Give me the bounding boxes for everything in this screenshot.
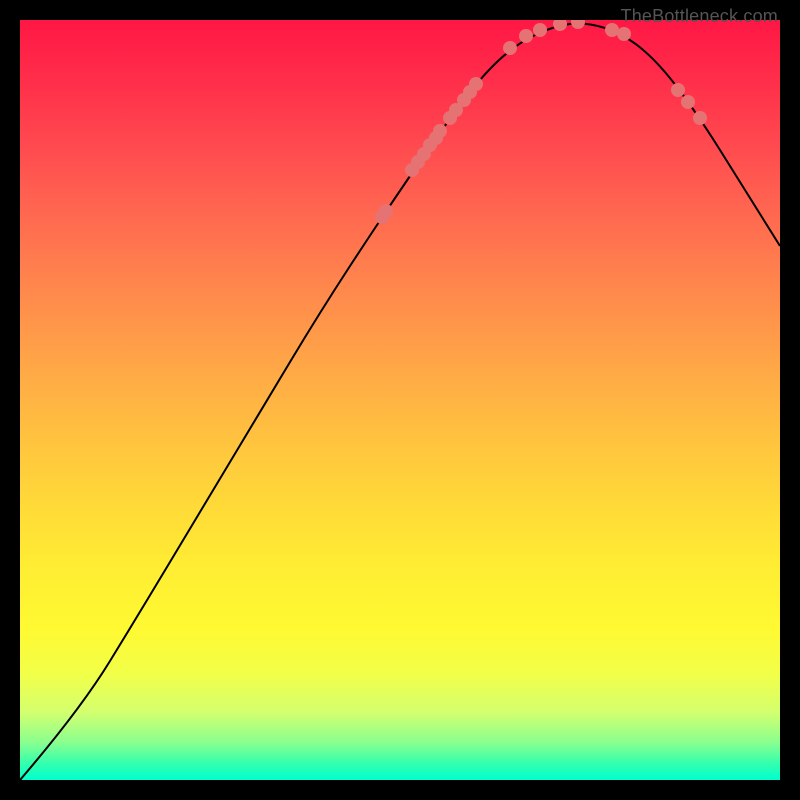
data-marker [503, 41, 517, 55]
bottleneck-curve [20, 24, 780, 781]
data-marker [533, 23, 547, 37]
data-marker [571, 20, 585, 29]
watermark-text: TheBottleneck.com [621, 6, 778, 27]
data-marker [379, 204, 393, 218]
data-marker [671, 83, 685, 97]
data-marker [693, 111, 707, 125]
data-markers [375, 20, 707, 224]
curve-layer [20, 20, 780, 780]
data-marker [553, 20, 567, 31]
data-marker [433, 124, 447, 138]
data-marker [469, 77, 483, 91]
data-marker [519, 29, 533, 43]
data-marker [617, 27, 631, 41]
data-marker [681, 95, 695, 109]
bottleneck-gradient-plot [20, 20, 780, 780]
data-marker [605, 23, 619, 37]
